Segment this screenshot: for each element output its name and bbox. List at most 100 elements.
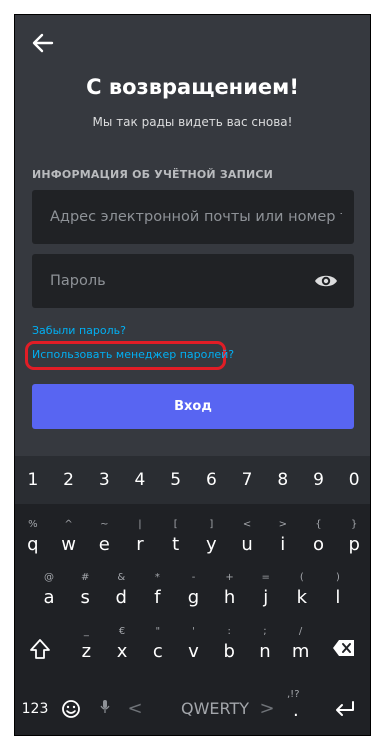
emoji-key[interactable]	[59, 681, 83, 735]
key-row-2: @ a # s & d * f -g + h = j (k ) l	[15, 565, 370, 619]
show-password-button[interactable]	[314, 271, 338, 291]
key-a[interactable]: @ a	[31, 565, 67, 619]
key-4[interactable]: 4	[122, 456, 158, 504]
key-hint: &	[117, 572, 126, 583]
key-hint: #	[80, 572, 90, 583]
key-row-3: _ z € x " c ' v :b ; n / m	[15, 619, 370, 673]
number-row: 1 2 3 4 5 6 7 8 9 0	[15, 456, 370, 504]
key-hint: :	[227, 626, 231, 637]
key-3[interactable]: 3	[86, 456, 122, 504]
key-hint: €	[118, 626, 126, 637]
key-label: q	[27, 534, 39, 555]
email-placeholder: Адрес электронной почты или номер телефо…	[50, 209, 342, 225]
key-hint: }	[350, 519, 358, 530]
phone-screen: С возвращением! Мы так рады видеть вас с…	[14, 14, 371, 736]
login-button[interactable]: Вход	[32, 384, 354, 429]
key-c[interactable]: " c	[140, 619, 176, 673]
shift-key[interactable]	[15, 619, 69, 673]
key-hint: {	[315, 519, 322, 530]
key-k[interactable]: (k	[284, 565, 320, 619]
email-field[interactable]: Адрес электронной почты или номер телефо…	[32, 190, 354, 244]
key-d[interactable]: & d	[103, 565, 139, 619]
key-g[interactable]: -g	[175, 565, 211, 619]
key-hint: ]	[209, 519, 214, 530]
key-u[interactable]: < u	[229, 512, 265, 566]
key-hint: '	[192, 626, 195, 637]
key-label: l	[335, 587, 341, 608]
key-w[interactable]: ^ w	[51, 512, 87, 566]
key-label: b	[223, 641, 235, 662]
key-r[interactable]: | r	[122, 512, 158, 566]
key-label: t	[172, 534, 180, 555]
key-label: r	[136, 534, 144, 555]
punctuation-label: .	[293, 700, 299, 721]
key-s[interactable]: # s	[67, 565, 103, 619]
password-manager-link[interactable]: Использовать менеджер паролей?	[32, 348, 234, 361]
key-z[interactable]: _ z	[69, 619, 105, 673]
key-q[interactable]: % q	[15, 512, 51, 566]
key-label: p	[348, 534, 360, 555]
key-1[interactable]: 1	[15, 456, 51, 504]
key-label: n	[259, 641, 271, 662]
key-hint: @	[44, 572, 55, 583]
key-label: c	[152, 641, 163, 662]
mode-key[interactable]: 123	[15, 681, 55, 735]
key-row-bottom: 123 < QWERTY > ,!? .	[15, 681, 370, 735]
key-hint: ;	[263, 626, 267, 637]
key-hint: =	[261, 572, 270, 583]
key-v[interactable]: ' v	[176, 619, 212, 673]
key-label: o	[312, 534, 324, 555]
forgot-password-link[interactable]: Забыли пароль?	[32, 324, 126, 337]
cursor-right-key[interactable]: >	[257, 681, 277, 735]
key-label: e	[98, 534, 110, 555]
back-button[interactable]	[32, 32, 54, 54]
cursor-left-key[interactable]: <	[125, 681, 145, 735]
key-9[interactable]: 9	[301, 456, 337, 504]
mic-key[interactable]	[95, 681, 115, 735]
key-hint: -	[191, 572, 196, 583]
key-0[interactable]: 0	[336, 456, 370, 504]
key-label: h	[223, 587, 236, 608]
key-hint: [	[173, 519, 178, 530]
password-field[interactable]: Пароль	[32, 254, 354, 308]
key-t[interactable]: [t	[158, 512, 194, 566]
key-5[interactable]: 5	[158, 456, 194, 504]
eye-icon	[315, 275, 337, 287]
key-p[interactable]: } p	[336, 512, 370, 566]
punctuation-key[interactable]: ,!? .	[283, 681, 313, 735]
key-label: w	[61, 534, 76, 555]
key-f[interactable]: * f	[139, 565, 175, 619]
enter-icon	[336, 701, 354, 716]
key-i[interactable]: > i	[265, 512, 301, 566]
key-hint: <	[242, 519, 252, 530]
key-h[interactable]: + h	[212, 565, 248, 619]
key-hint: ^	[64, 519, 73, 530]
enter-key[interactable]	[325, 681, 365, 735]
password-placeholder: Пароль	[50, 273, 106, 289]
key-j[interactable]: = j	[248, 565, 284, 619]
key-n[interactable]: ; n	[247, 619, 283, 673]
page-subtitle: Мы так рады видеть вас снова!	[92, 115, 293, 129]
key-label: y	[206, 534, 217, 555]
backspace-key[interactable]	[318, 619, 370, 673]
key-l[interactable]: ) l	[320, 565, 356, 619]
key-e[interactable]: ~ e	[86, 512, 122, 566]
key-y[interactable]: ] y	[194, 512, 230, 566]
key-b[interactable]: :b	[211, 619, 247, 673]
page-title: С возвращением!	[86, 75, 299, 99]
key-label: k	[296, 587, 308, 608]
key-8[interactable]: 8	[265, 456, 301, 504]
backspace-icon	[333, 640, 355, 656]
key-2[interactable]: 2	[51, 456, 87, 504]
arrow-left-icon	[32, 33, 54, 53]
key-label: i	[280, 534, 286, 555]
key-7[interactable]: 7	[229, 456, 265, 504]
key-6[interactable]: 6	[194, 456, 230, 504]
key-label: u	[241, 534, 253, 555]
key-hint: /	[298, 626, 303, 637]
key-m[interactable]: / m	[283, 619, 319, 673]
key-o[interactable]: {o	[301, 512, 337, 566]
key-x[interactable]: € x	[104, 619, 140, 673]
key-label: v	[188, 641, 199, 662]
key-hint: >	[278, 519, 287, 530]
